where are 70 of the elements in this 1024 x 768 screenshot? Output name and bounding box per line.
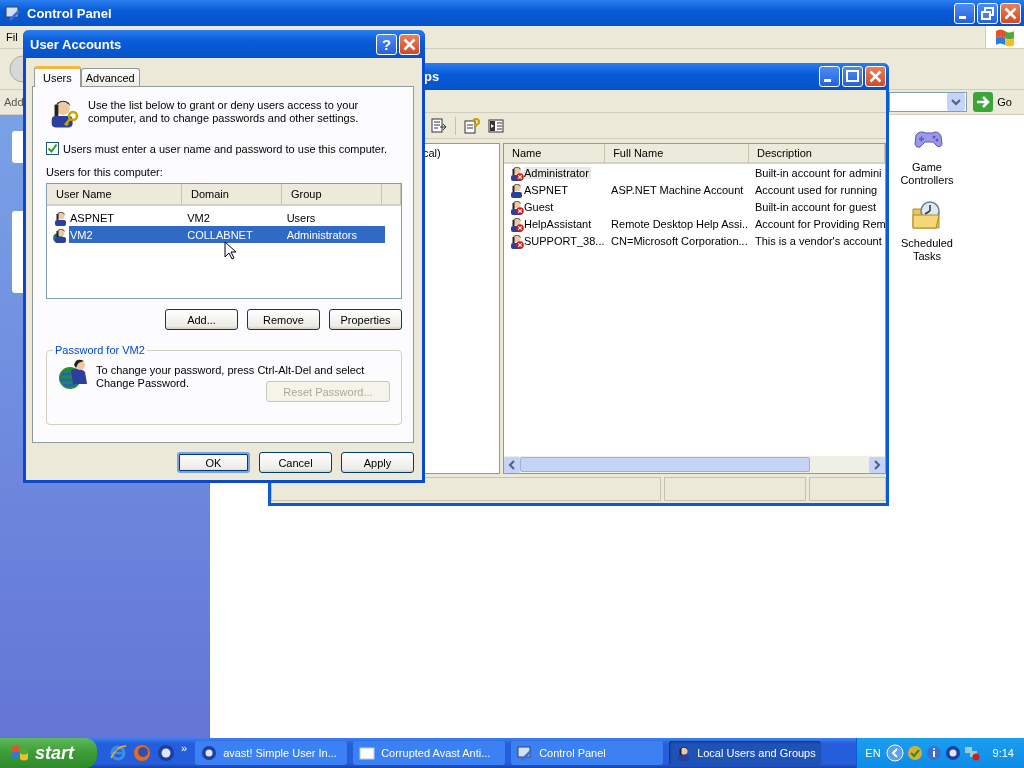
browser-icon[interactable] — [109, 744, 127, 762]
column-header[interactable]: Description — [748, 144, 885, 162]
action-button[interactable]: Add... — [165, 309, 238, 330]
show-pane-icon[interactable] — [488, 117, 504, 134]
windows-flag-icon[interactable] — [10, 743, 30, 763]
window-title: Control Panel — [27, 5, 112, 21]
tab[interactable]: Advanced — [80, 68, 140, 86]
more-button[interactable]: » — [181, 742, 188, 754]
dialog-button[interactable]: Apply — [341, 452, 414, 473]
export-list-icon[interactable] — [431, 117, 447, 134]
user-icon — [52, 209, 68, 226]
action-button[interactable]: Remove — [247, 309, 320, 330]
instruction-text: Use the list below to grant or deny users access to your computer, and to change passwords and other settings. — [88, 99, 360, 125]
list-label: Users for this computer: — [46, 166, 164, 178]
scroll-right-icon[interactable] — [869, 456, 885, 473]
table-cell: Account for Providing Rem — [754, 217, 885, 230]
control-panel-icon — [517, 745, 534, 761]
shield-ball-icon[interactable] — [157, 744, 175, 762]
shield-ball-icon[interactable] — [944, 745, 961, 761]
taskbar-button[interactable]: avast! Simple User In... — [195, 741, 348, 765]
table-cell: This is a vendor's account — [754, 234, 882, 247]
horizontal-scrollbar[interactable] — [504, 456, 885, 473]
column-header[interactable]: Name — [504, 144, 606, 162]
checkbox[interactable] — [46, 142, 59, 155]
taskbar-button[interactable]: Local Users and Groups — [669, 741, 822, 765]
address-label: Add — [4, 96, 24, 108]
column-header[interactable]: Group — [282, 184, 382, 204]
dialog-title: User Accounts — [30, 36, 122, 52]
show-hidden-icons-button[interactable] — [885, 744, 904, 762]
column-header[interactable]: Full Name — [605, 144, 749, 162]
mouse-pointer-icon — [224, 241, 236, 260]
info-icon[interactable] — [925, 745, 942, 761]
table-cell: Account used for running — [754, 183, 878, 196]
checkbox-label[interactable]: Users must enter a user name and password to use this computer. — [63, 142, 388, 155]
window-icon — [359, 745, 376, 761]
dialog-button[interactable]: Cancel — [259, 452, 332, 473]
scroll-thumb[interactable] — [520, 457, 810, 472]
go-button[interactable]: Go — [971, 92, 1020, 112]
scroll-left-icon[interactable] — [504, 456, 520, 473]
start-button[interactable]: start — [0, 738, 97, 768]
table-cell: ASP.NET Machine Account — [611, 183, 744, 196]
taskbar-button[interactable]: Corrupted Avast Anti... — [353, 741, 506, 765]
item-label[interactable]: Scheduled Tasks — [897, 237, 957, 263]
network-error-icon[interactable] — [963, 745, 980, 761]
column-header[interactable]: User Name — [47, 184, 182, 204]
action-button[interactable]: Properties — [329, 309, 402, 330]
status-check-icon[interactable] — [906, 745, 923, 761]
column-header[interactable]: Domain — [182, 184, 282, 204]
table-cell[interactable]: ASPNET — [524, 183, 568, 196]
address-field[interactable] — [889, 92, 968, 112]
tab[interactable]: Users — [34, 66, 81, 87]
list-row[interactable]: ASPNET VM2 Users — [69, 209, 385, 226]
help-button[interactable]: ? — [376, 33, 397, 55]
table-cell: Built-in account for guest — [754, 200, 876, 213]
menu-item[interactable]: Fil — [0, 31, 18, 43]
shield-ball-icon — [201, 745, 218, 761]
table-cell: CN=Microsoft Corporation... — [611, 234, 748, 247]
users-icon — [675, 745, 692, 761]
table-cell: Remote Desktop Help Assi... — [611, 217, 749, 230]
help-icon[interactable] — [464, 117, 480, 134]
dialog-button[interactable]: OK — [177, 452, 250, 473]
list-row[interactable]: VM2 COLLABNET Administrators — [69, 226, 385, 243]
window-title: ps — [424, 69, 440, 84]
item-label[interactable]: Game Controllers — [897, 161, 957, 187]
taskbar-button[interactable]: Control Panel — [511, 741, 664, 765]
windows-flag-icon — [994, 27, 1016, 47]
group-title: Password for VM2 — [54, 344, 146, 356]
control-panel-icon — [5, 5, 21, 21]
table-cell: Built-in account for admini — [754, 166, 882, 179]
domain-user-icon — [52, 226, 68, 243]
